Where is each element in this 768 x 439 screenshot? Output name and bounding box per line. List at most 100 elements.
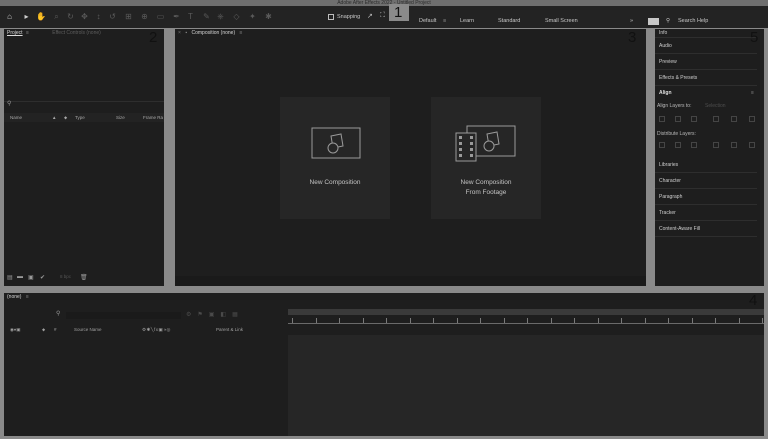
align-top-icon[interactable] [713,116,719,122]
distribute-left-icon[interactable] [713,142,719,148]
pan-tool-icon[interactable]: ✥ [80,12,89,21]
project-panel-header: Project ≡ Effect Controls (none) [4,29,164,38]
close-icon[interactable]: × [178,30,181,36]
snap-features-icon[interactable]: ⛶ [380,12,385,20]
panel-audio[interactable]: Audio [655,39,757,54]
search-help-label[interactable]: Search Help [678,17,708,25]
pen-tool-icon[interactable]: ✒ [172,12,181,21]
column-name[interactable]: Name [10,113,22,122]
ruler-tick [433,318,434,323]
tab-project[interactable]: Project [7,30,23,36]
align-menu-icon[interactable]: ≡ [751,90,754,96]
column-parent-link[interactable]: Parent & Link [216,325,243,334]
brush-tool-icon[interactable]: ✎ [202,12,211,21]
rotation-tool-icon[interactable]: ↺ [108,12,117,21]
new-composition-from-footage-card[interactable]: New Composition From Footage [431,97,541,219]
clone-stamp-tool-icon[interactable]: ⎈ [216,12,225,21]
align-horizontal-center-icon[interactable] [675,116,681,122]
panel-character[interactable]: Character [655,174,757,189]
panel-menu-icon[interactable]: ≡ [240,30,243,36]
roto-brush-tool-icon[interactable]: ✦ [248,12,257,21]
panel-menu-icon[interactable]: ≡ [26,30,29,36]
distribute-horizontal-center-icon[interactable] [731,142,737,148]
column-type[interactable]: Type [75,113,85,122]
column-size[interactable]: Size [116,113,125,122]
workspaces-overflow-icon[interactable]: » [630,17,633,25]
snapping-checkbox[interactable] [328,14,334,20]
hash-icon: # [54,327,57,332]
time-navigator[interactable] [288,309,764,315]
new-composition-icon[interactable]: ▣ [28,274,34,281]
bit-depth-label[interactable]: 8 bpc [60,274,71,279]
orbit-tool-icon[interactable]: ↻ [66,12,75,21]
ruler-tick [480,318,481,323]
new-composition-card[interactable]: New Composition [280,97,390,219]
align-left-icon[interactable] [659,116,665,122]
panel-preview[interactable]: Preview [655,55,757,70]
ruler-tick [738,318,740,323]
workspace-learn[interactable]: Learn [460,17,474,25]
timeline-search-input[interactable] [66,312,181,319]
workspace-standard[interactable]: Standard [498,17,520,25]
puppet-tool-icon[interactable]: ✱ [264,12,273,21]
align-title[interactable]: Align [659,90,672,96]
panel-tracker[interactable]: Tracker [655,206,757,221]
ruler-tick [339,318,340,323]
distribute-top-icon[interactable] [659,142,665,148]
label-column-icon[interactable]: ▲ [52,113,56,122]
column-source-name[interactable]: Source Name [74,325,102,334]
workspace-small-screen[interactable]: Small Screen [545,17,578,25]
timeline-switches-icon[interactable]: ⚙⚑▣◧▦ [186,311,244,318]
panel-libraries[interactable]: Libraries [655,158,757,173]
project-settings-icon[interactable]: ✔ [40,274,45,281]
lock-icon[interactable]: ▪ [185,30,187,36]
ruler-tick [762,318,763,323]
zoom-tool-icon[interactable]: ⌕ [52,12,61,21]
align-right-icon[interactable] [691,116,697,122]
ruler-tick [292,318,293,323]
panel-info[interactable]: Info [655,29,757,38]
tab-effect-controls[interactable]: Effect Controls (none) [52,30,101,36]
type-tool-icon[interactable]: T [186,12,195,21]
align-bottom-icon[interactable] [749,116,755,122]
panel-effects-presets[interactable]: Effects & Presets [655,71,757,86]
ruler-tick [503,318,505,323]
pan-behind-tool-icon[interactable]: ⊕ [140,12,149,21]
distribute-bottom-icon[interactable] [691,142,697,148]
eraser-tool-icon[interactable]: ◇ [232,12,241,21]
hand-tool-icon[interactable]: ✋ [36,12,46,21]
align-layers-to-dropdown[interactable]: Selection [705,103,726,109]
ruler-tick [621,318,622,323]
home-icon[interactable]: ⌂ [5,12,14,21]
align-vertical-center-icon[interactable] [731,116,737,122]
delete-icon[interactable]: 🗑 [80,274,88,281]
composition-panel: × ▪ Composition (none) ≡ [175,29,646,286]
panel-paragraph[interactable]: Paragraph [655,190,757,205]
snap-edges-icon[interactable]: ↗ [367,12,373,20]
panel-menu-icon[interactable]: ≡ [26,294,29,300]
distribute-layers-label: Distribute Layers: [657,131,696,137]
new-folder-icon[interactable]: ▬ [17,274,23,280]
timeline-columns-header: ◉♦▣ ⬥ # Source Name ⚙✱╲fx▣◑◎ Parent & Li… [4,325,288,334]
rectangle-tool-icon[interactable]: ▭ [156,12,165,21]
tab-composition[interactable]: Composition (none) [191,30,235,36]
search-icon[interactable]: ⚲ [666,17,670,25]
panel-content-aware-fill[interactable]: Content-Aware Fill [655,222,757,237]
distribute-vertical-center-icon[interactable] [675,142,681,148]
selection-tool-icon[interactable]: ▸ [22,12,31,21]
timeline-track-area[interactable] [288,335,764,436]
ruler-tick [550,318,552,323]
workspace-default[interactable]: Default [419,17,436,25]
distribute-right-icon[interactable] [749,142,755,148]
time-ruler[interactable] [288,316,764,324]
search-icon[interactable]: ⚲ [7,100,11,107]
new-composition-label: New Composition [309,179,361,186]
search-icon[interactable]: ⚲ [56,310,60,317]
camera-tool-icon[interactable]: ⊞ [124,12,133,21]
workspace-menu-icon[interactable]: ≡ [443,17,446,25]
interpret-footage-icon[interactable]: ▤ [7,274,13,281]
tab-timeline[interactable]: (none) [7,294,21,300]
column-frame-rate[interactable]: Frame Ra [143,113,163,122]
sync-settings-icon[interactable] [648,18,659,25]
dolly-tool-icon[interactable]: ↕ [94,12,103,21]
